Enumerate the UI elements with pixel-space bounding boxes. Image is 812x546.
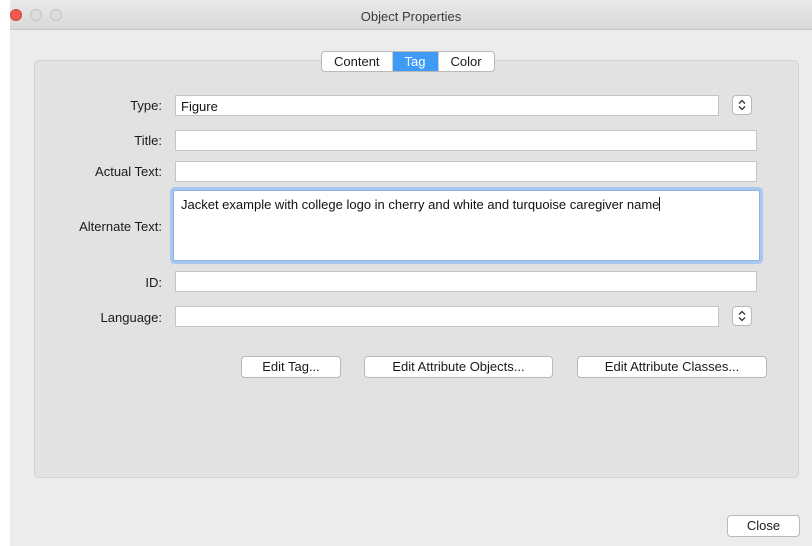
- actual-text-label: Actual Text:: [95, 164, 162, 179]
- tab-content[interactable]: Content: [322, 52, 392, 71]
- type-value: Figure: [181, 99, 218, 114]
- alternate-text-label: Alternate Text:: [79, 219, 162, 234]
- type-label: Type:: [130, 98, 162, 113]
- tab-color[interactable]: Color: [437, 52, 494, 71]
- tag-panel: [34, 60, 799, 478]
- id-input[interactable]: [175, 271, 757, 292]
- text-caret: [659, 197, 661, 211]
- up-down-chevron-icon: [738, 99, 746, 111]
- type-select[interactable]: Figure: [175, 95, 719, 116]
- edit-tag-button[interactable]: Edit Tag...: [241, 356, 341, 378]
- alternate-text-input[interactable]: Jacket example with college logo in cher…: [173, 190, 760, 261]
- window: Object Properties Content Tag Color Type…: [10, 0, 812, 546]
- up-down-chevron-icon: [738, 310, 746, 322]
- close-button[interactable]: Close: [727, 515, 800, 537]
- title-label: Title:: [134, 133, 162, 148]
- title-input[interactable]: [175, 130, 757, 151]
- window-title: Object Properties: [360, 9, 462, 24]
- language-label: Language:: [100, 310, 162, 325]
- title-bar[interactable]: Object Properties: [10, 0, 812, 30]
- tab-tag[interactable]: Tag: [391, 52, 438, 71]
- id-label: ID:: [145, 275, 162, 290]
- edit-attribute-classes-button[interactable]: Edit Attribute Classes...: [577, 356, 767, 378]
- type-stepper[interactable]: [732, 95, 752, 115]
- edit-attribute-objects-button[interactable]: Edit Attribute Objects...: [364, 356, 553, 378]
- tab-bar: Content Tag Color: [321, 51, 495, 72]
- alternate-text-value: Jacket example with college logo in cher…: [181, 197, 660, 212]
- actual-text-input[interactable]: [175, 161, 757, 182]
- language-select[interactable]: [175, 306, 719, 327]
- language-stepper[interactable]: [732, 306, 752, 326]
